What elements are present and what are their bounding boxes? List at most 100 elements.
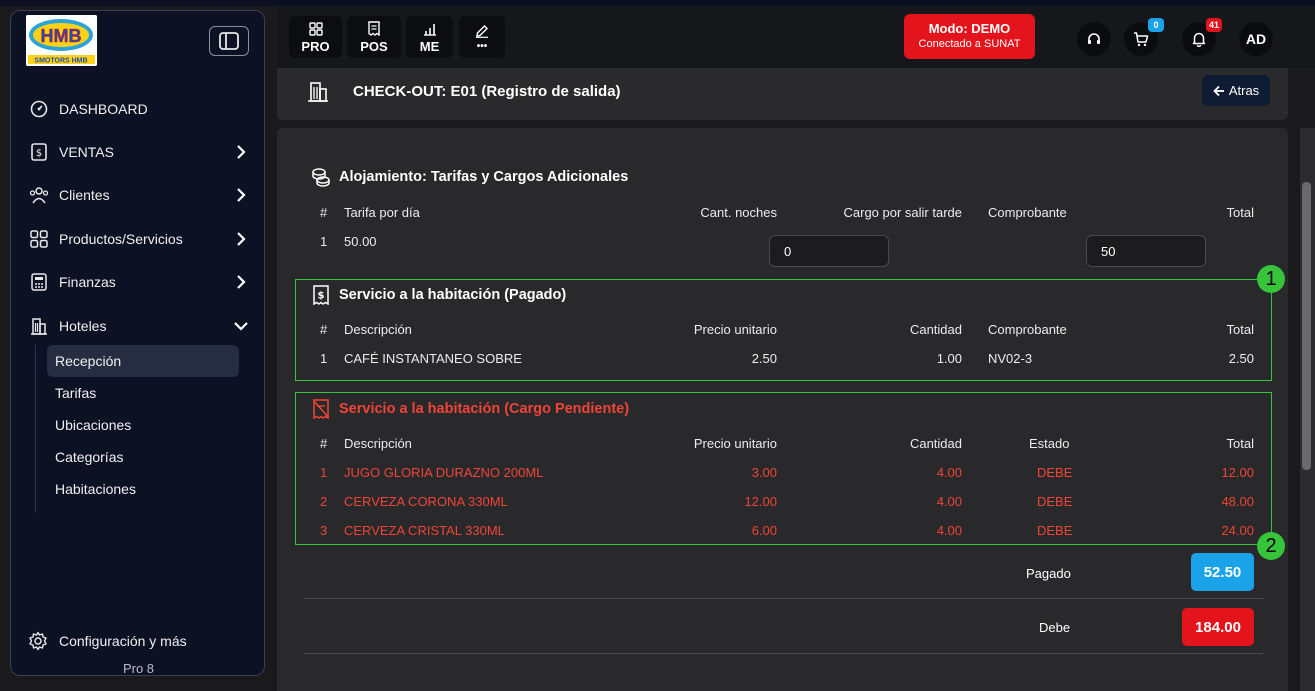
arrow-left-icon	[1213, 85, 1225, 97]
me-button[interactable]: ME	[406, 16, 453, 58]
scrollbar-thumb[interactable]	[1302, 182, 1311, 470]
mode-subtitle: Conectado a SUNAT	[918, 38, 1021, 50]
row-total: 24.00	[1221, 523, 1254, 538]
pro-button-label: PRO	[301, 38, 330, 54]
user-avatar[interactable]: AD	[1239, 22, 1273, 56]
chevron-right-icon	[234, 188, 248, 203]
table-row: 3 CERVEZA CRISTAL 330ML 6.00 4.00 DEBE 2…	[303, 523, 1263, 543]
annotation-marker-2: 2	[1257, 532, 1285, 560]
col-header-num: #	[320, 322, 328, 337]
chevron-down-icon	[234, 319, 248, 333]
table-row: 1 CAFÉ INSTANTANEO SOBRE 2.50 1.00 NV02-…	[303, 351, 1263, 371]
late-charge-input[interactable]: 0	[769, 235, 889, 267]
sidebar-item-clientes[interactable]: Clientes	[11, 174, 266, 217]
logo-subtext: SMOTORS HMB	[34, 58, 87, 65]
row-num: 1	[320, 465, 328, 480]
lodging-table-header: # Tarifa por día Cant. noches Cargo por …	[303, 205, 1263, 225]
submenu-item-habitaciones[interactable]: Habitaciones	[47, 473, 239, 505]
col-header-num: #	[320, 205, 328, 220]
sidebar-item-productos[interactable]: Productos/Servicios	[11, 217, 266, 260]
logo-text: HMB	[41, 26, 82, 46]
pos-button[interactable]: POS	[347, 16, 401, 58]
svg-text:$: $	[318, 291, 325, 302]
me-button-label: ME	[419, 38, 440, 54]
notifications-button[interactable]: 41	[1182, 18, 1222, 56]
row-total: 2.50	[1228, 351, 1254, 366]
back-button[interactable]: Atras	[1202, 75, 1270, 106]
support-button[interactable]	[1077, 22, 1111, 56]
lodging-section-title: Alojamiento: Tarifas y Cargos Adicionale…	[311, 166, 628, 188]
logo-graphic: HMB SMOTORS HMB	[26, 15, 97, 66]
submenu-item-ubicaciones[interactable]: Ubicaciones	[47, 409, 239, 441]
headset-icon	[1088, 33, 1100, 44]
sidebar-item-label: VENTAS	[59, 144, 114, 161]
row-num: 1	[320, 351, 328, 366]
submenu-item-recepcion[interactable]: Recepción	[47, 345, 239, 377]
paid-service-section-title: $ Servicio a la habitación (Pagado)	[311, 284, 566, 306]
company-logo[interactable]: HMB SMOTORS HMB	[26, 15, 97, 66]
users-icon	[29, 185, 49, 205]
row-rate: 50.00	[344, 234, 377, 249]
sidebar-panel-icon	[219, 32, 239, 50]
cart-count-badge: 0	[1148, 18, 1164, 32]
top-bar: PRO POS ME ••• Modo: DEMO Conectado a SU…	[277, 6, 1315, 68]
receipt-dollar-icon: $	[29, 142, 49, 162]
sidebar-item-hoteles[interactable]: Hoteles	[11, 304, 266, 347]
submenu-item-categorias[interactable]: Categorías	[47, 441, 239, 473]
row-quantity: 4.00	[936, 523, 962, 538]
paid-table-header: # Descripción Precio unitario Cantidad C…	[303, 322, 1263, 342]
lodging-total-input[interactable]: 50	[1086, 235, 1206, 267]
col-header-total: Total	[1226, 205, 1254, 220]
annotation-marker-1: 1	[1257, 265, 1285, 293]
row-status: DEBE	[1037, 465, 1073, 480]
mode-demo-badge[interactable]: Modo: DEMO Conectado a SUNAT	[904, 14, 1035, 59]
cart-icon	[1134, 32, 1149, 47]
sidebar-toggle-button[interactable]	[209, 26, 249, 56]
paid-amount-badge: 52.50	[1191, 553, 1254, 591]
row-quantity: 1.00	[936, 351, 962, 366]
row-status: DEBE	[1037, 494, 1073, 509]
submenu-item-tarifas[interactable]: Tarifas	[47, 377, 239, 409]
receipt-icon	[367, 21, 381, 37]
edit-icon	[475, 23, 489, 39]
settings-link[interactable]: Configuración y más	[11, 621, 266, 661]
pro-button[interactable]: PRO	[289, 16, 342, 58]
col-header-quantity: Cantidad	[909, 322, 962, 337]
row-num: 3	[320, 523, 328, 538]
row-num: 1	[320, 234, 328, 249]
sidebar-item-dashboard[interactable]: DASHBOARD	[11, 87, 266, 130]
row-unit-price: 6.00	[751, 523, 777, 538]
chevron-right-icon	[234, 145, 248, 159]
table-row: 1 JUGO GLORIA DURAZNO 200ML 3.00 4.00 DE…	[303, 465, 1263, 485]
row-status: DEBE	[1037, 523, 1073, 538]
mode-title: Modo: DEMO	[928, 21, 1011, 36]
paid-service-title-text: Servicio a la habitación (Pagado)	[339, 287, 567, 303]
paid-label: Pagado	[1026, 566, 1071, 581]
row-description: JUGO GLORIA DURAZNO 200ML	[344, 465, 544, 480]
bell-icon	[1192, 32, 1206, 47]
grid-icon	[29, 229, 49, 249]
col-header-voucher: Comprobante	[988, 322, 1067, 337]
more-button[interactable]: •••	[459, 16, 505, 58]
col-header-unit-price: Precio unitario	[693, 322, 777, 337]
row-unit-price: 3.00	[751, 465, 777, 480]
settings-label: Configuración y más	[59, 633, 187, 649]
sidebar-item-label: Hoteles	[59, 317, 107, 334]
cart-button[interactable]: 0	[1124, 18, 1164, 56]
building-icon	[307, 81, 329, 103]
receipt-off-icon	[311, 398, 331, 420]
owed-amount-badge: 184.00	[1182, 608, 1254, 646]
row-description: CERVEZA CRISTAL 330ML	[344, 523, 505, 538]
back-button-label: Atras	[1228, 83, 1260, 98]
pos-button-label: POS	[360, 38, 388, 54]
sidebar: HMB SMOTORS HMB DASHBOARD $ VENTAS Clien…	[10, 10, 265, 676]
gauge-icon	[29, 99, 49, 119]
sidebar-item-finanzas[interactable]: Finanzas	[11, 261, 266, 304]
col-header-num: #	[320, 436, 328, 451]
row-quantity: 4.00	[936, 465, 962, 480]
notifications-count-badge: 41	[1205, 18, 1222, 32]
pending-service-title-text: Servicio a la habitación (Cargo Pendient…	[339, 401, 630, 417]
row-unit-price: 2.50	[751, 351, 777, 366]
page-header: CHECK-OUT: E01 (Registro de salida) Atra…	[277, 68, 1288, 120]
sidebar-item-ventas[interactable]: $ VENTAS	[11, 130, 266, 173]
